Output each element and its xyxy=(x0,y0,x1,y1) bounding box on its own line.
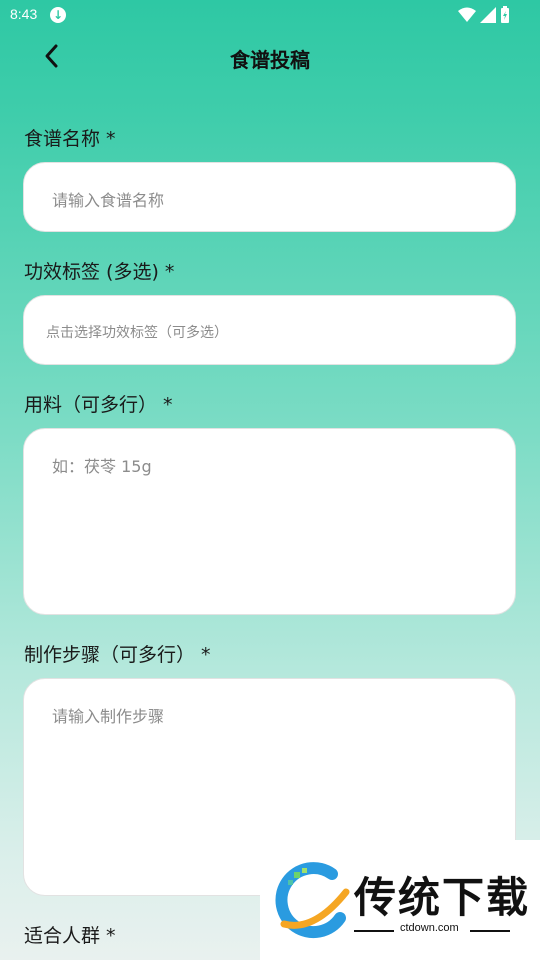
battery-icon xyxy=(501,6,509,23)
header: 食谱投稿 xyxy=(0,30,540,84)
page-title: 食谱投稿 xyxy=(230,48,310,72)
wifi-icon xyxy=(458,7,476,22)
ingredients-label: 用料（可多行） * xyxy=(24,394,173,416)
watermark-brand: 传统下载 xyxy=(354,873,531,922)
ctdown-logo-icon xyxy=(275,862,350,939)
recipe-name-label: 食谱名称 * xyxy=(24,128,116,150)
download-icon: ↓ xyxy=(50,7,66,23)
watermark-divider-right xyxy=(470,930,510,932)
status-time: 8:43 xyxy=(10,6,38,22)
status-icons xyxy=(458,6,510,24)
recipe-name-input[interactable]: 请输入食谱名称 xyxy=(23,162,516,232)
tags-placeholder: 点击选择功效标签（可多选） xyxy=(46,325,228,341)
steps-placeholder: 请输入制作步骤 xyxy=(52,707,165,726)
signal-icon xyxy=(480,7,496,23)
ingredients-placeholder: 如：茯苓 15g xyxy=(52,457,152,476)
steps-label: 制作步骤（可多行） * xyxy=(24,644,211,666)
ingredients-textarea[interactable]: 如：茯苓 15g xyxy=(23,428,516,615)
status-bar: 8:43 ↓ xyxy=(0,0,540,30)
recipe-name-placeholder: 请输入食谱名称 xyxy=(52,191,165,210)
tags-select[interactable]: 点击选择功效标签（可多选） xyxy=(23,295,516,365)
watermark: 传统下载 ctdown.com xyxy=(260,840,540,960)
tags-label: 功效标签 (多选) * xyxy=(24,261,175,283)
watermark-url: ctdown.com xyxy=(400,922,459,934)
watermark-divider-left xyxy=(354,930,394,932)
audience-label: 适合人群 * xyxy=(24,925,116,947)
